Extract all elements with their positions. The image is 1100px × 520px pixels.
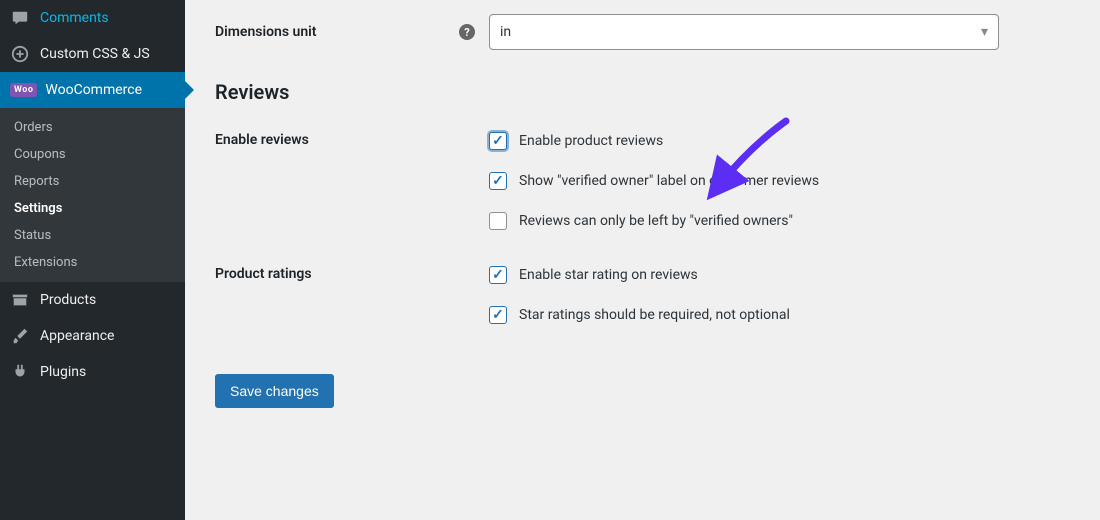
plug-icon bbox=[10, 362, 30, 382]
sidebar-item-label: Comments bbox=[40, 10, 109, 26]
sidebar-sub-coupons[interactable]: Coupons bbox=[0, 141, 185, 168]
sidebar-item-comments[interactable]: Comments bbox=[0, 0, 185, 36]
sidebar-item-label: Products bbox=[40, 292, 96, 308]
row-product-ratings: Product ratings Enable star rating on re… bbox=[215, 266, 1070, 324]
sidebar-sub-status[interactable]: Status bbox=[0, 222, 185, 249]
row-dimensions-unit: Dimensions unit ? in ▾ bbox=[215, 14, 1070, 50]
opt-enable-product-reviews: Enable product reviews bbox=[489, 132, 1070, 150]
checkbox-label[interactable]: Enable star rating on reviews bbox=[519, 267, 698, 283]
opt-only-verified-owners: Reviews can only be left by "verified ow… bbox=[489, 212, 1070, 230]
sidebar-item-appearance[interactable]: Appearance bbox=[0, 318, 185, 354]
sidebar-item-label: Custom CSS & JS bbox=[40, 46, 150, 62]
checkbox-enable-star-rating[interactable] bbox=[489, 266, 507, 284]
help-icon[interactable]: ? bbox=[459, 24, 475, 40]
opt-enable-star-rating: Enable star rating on reviews bbox=[489, 266, 1070, 284]
brush-icon bbox=[10, 326, 30, 346]
checkbox-label[interactable]: Reviews can only be left by "verified ow… bbox=[519, 213, 793, 229]
select-value: in bbox=[500, 24, 511, 40]
checkbox-label[interactable]: Star ratings should be required, not opt… bbox=[519, 307, 790, 323]
select-dimensions-unit[interactable]: in ▾ bbox=[489, 14, 999, 50]
sidebar-sub-extensions[interactable]: Extensions bbox=[0, 249, 185, 276]
chevron-down-icon: ▾ bbox=[981, 24, 988, 40]
plus-circle-icon bbox=[10, 44, 30, 64]
label-enable-reviews: Enable reviews bbox=[215, 132, 309, 148]
sidebar-item-custom-css-js[interactable]: Custom CSS & JS bbox=[0, 36, 185, 72]
opt-star-rating-required: Star ratings should be required, not opt… bbox=[489, 306, 1070, 324]
label-product-ratings: Product ratings bbox=[215, 266, 312, 282]
sidebar-sub-settings[interactable]: Settings bbox=[0, 195, 185, 222]
row-enable-reviews: Enable reviews Enable product reviews Sh… bbox=[215, 132, 1070, 230]
sidebar-item-label: Plugins bbox=[40, 364, 86, 380]
sidebar-item-label: Appearance bbox=[40, 328, 114, 344]
sidebar-item-woocommerce[interactable]: Woo WooCommerce bbox=[0, 72, 185, 108]
sidebar-item-plugins[interactable]: Plugins bbox=[0, 354, 185, 390]
sidebar-sub-orders[interactable]: Orders bbox=[0, 114, 185, 141]
checkbox-label[interactable]: Show "verified owner" label on customer … bbox=[519, 173, 819, 189]
checkbox-label[interactable]: Enable product reviews bbox=[519, 133, 663, 149]
checkbox-verified-owner-label[interactable] bbox=[489, 172, 507, 190]
heading-reviews: Reviews bbox=[215, 80, 1070, 104]
opt-verified-owner-label: Show "verified owner" label on customer … bbox=[489, 172, 1070, 190]
checkbox-enable-product-reviews[interactable] bbox=[489, 132, 507, 150]
sidebar-sub-reports[interactable]: Reports bbox=[0, 168, 185, 195]
comment-icon bbox=[10, 8, 30, 28]
sidebar-submenu-woocommerce: Orders Coupons Reports Settings Status E… bbox=[0, 108, 185, 282]
checkbox-only-verified-owners[interactable] bbox=[489, 212, 507, 230]
woo-icon: Woo bbox=[10, 83, 37, 97]
label-dimensions-unit: Dimensions unit bbox=[215, 24, 317, 40]
save-button[interactable]: Save changes bbox=[215, 374, 334, 408]
checkbox-star-rating-required[interactable] bbox=[489, 306, 507, 324]
admin-sidebar: Comments Custom CSS & JS Woo WooCommerce… bbox=[0, 0, 185, 520]
sidebar-item-products[interactable]: Products bbox=[0, 282, 185, 318]
settings-main: Dimensions unit ? in ▾ Reviews Enable re… bbox=[185, 0, 1100, 520]
sidebar-item-label: WooCommerce bbox=[45, 82, 142, 98]
archive-icon bbox=[10, 290, 30, 310]
